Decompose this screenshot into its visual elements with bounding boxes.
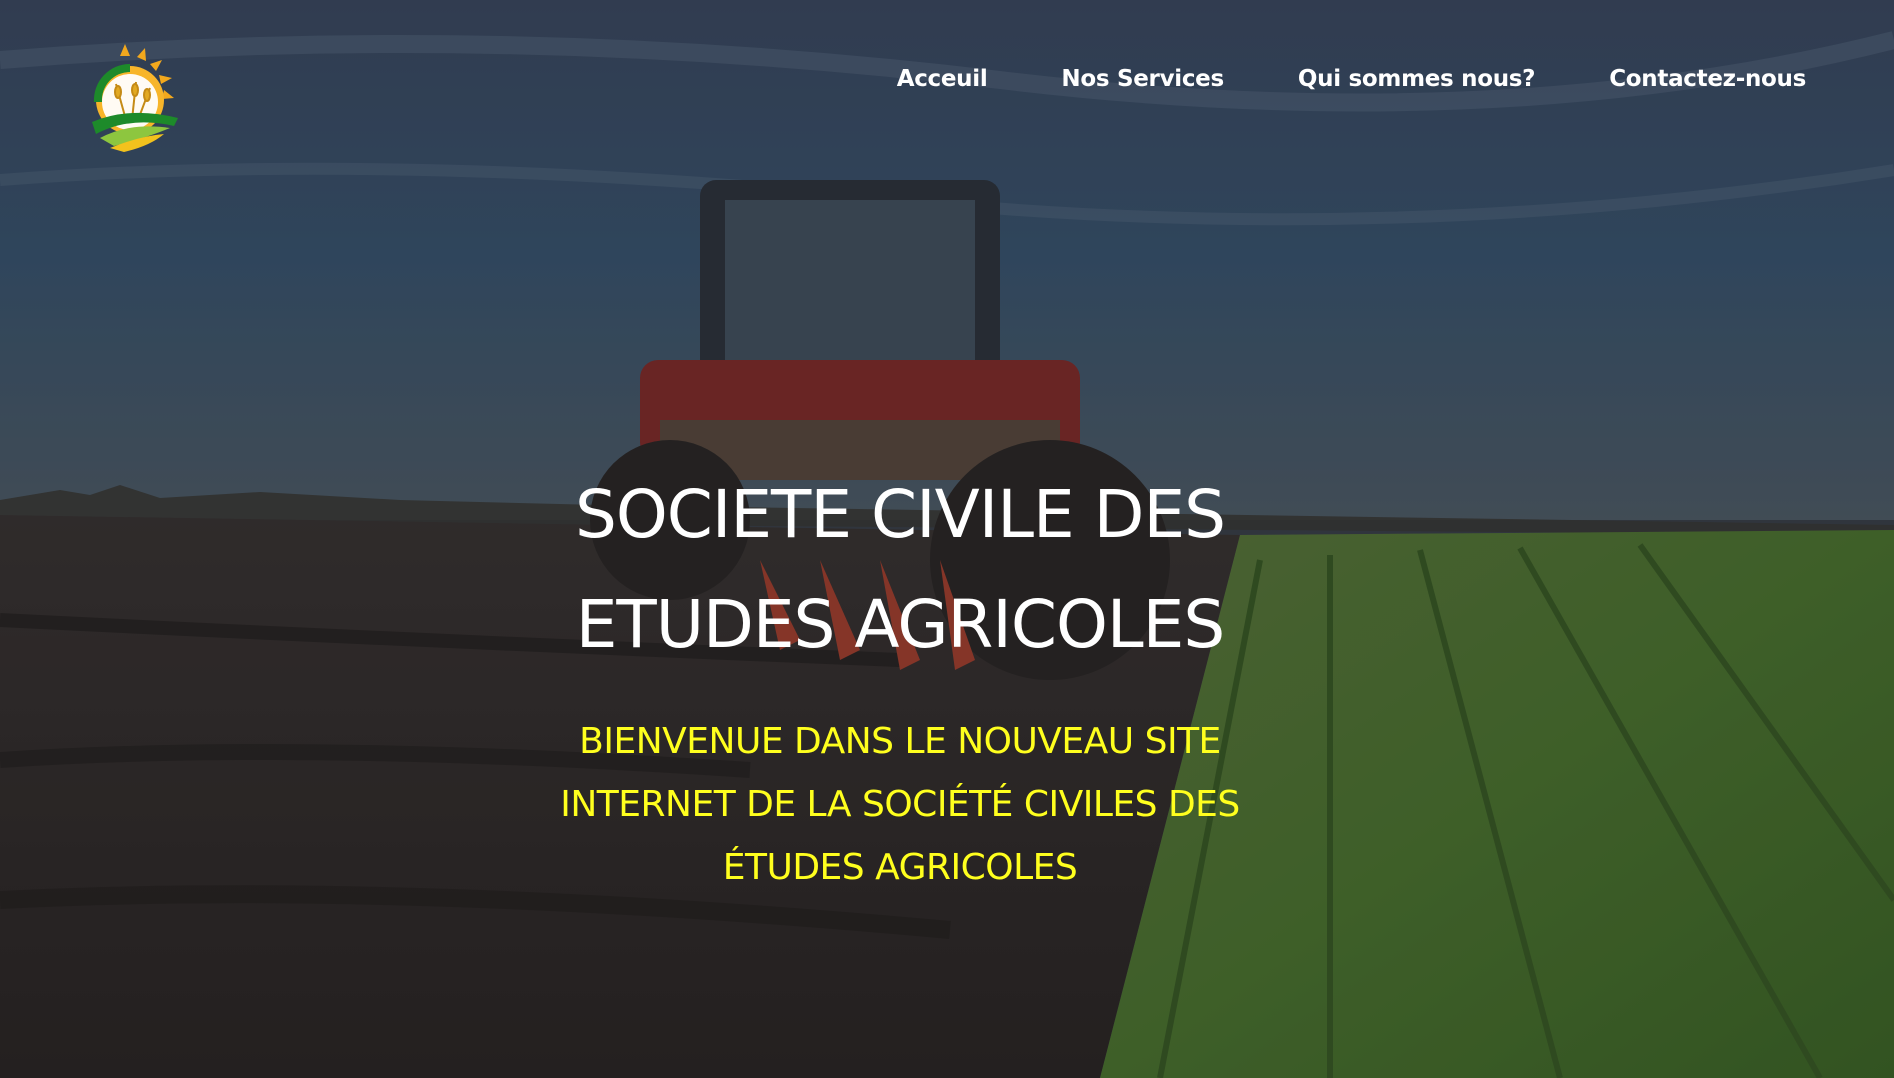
main-navigation: Acceuil Nos Services Qui sommes nous? Co… (823, 66, 1807, 92)
hero-title: SOCIETE CIVILE DES ETUDES AGRICOLES (500, 460, 1300, 680)
hero-section: Acceuil Nos Services Qui sommes nous? Co… (0, 0, 1894, 1078)
sun-wheat-field-logo-icon (92, 44, 178, 152)
nav-link-acceuil[interactable]: Acceuil (897, 66, 988, 92)
hero-title-line-1: SOCIETE CIVILE DES (574, 476, 1226, 553)
hero-title-line-2: ETUDES AGRICOLES (575, 586, 1226, 663)
logo[interactable] (70, 42, 180, 152)
top-navbar: Acceuil Nos Services Qui sommes nous? Co… (0, 0, 1894, 170)
nav-link-contactez-nous[interactable]: Contactez-nous (1609, 66, 1806, 92)
nav-link-qui-sommes-nous[interactable]: Qui sommes nous? (1298, 66, 1536, 92)
nav-link-nos-services[interactable]: Nos Services (1061, 66, 1224, 92)
hero-subtitle: BIENVENUE DANS LE NOUVEAU SITE INTERNET … (560, 721, 1240, 888)
hero-content: SOCIETE CIVILE DES ETUDES AGRICOLES BIEN… (500, 460, 1300, 899)
